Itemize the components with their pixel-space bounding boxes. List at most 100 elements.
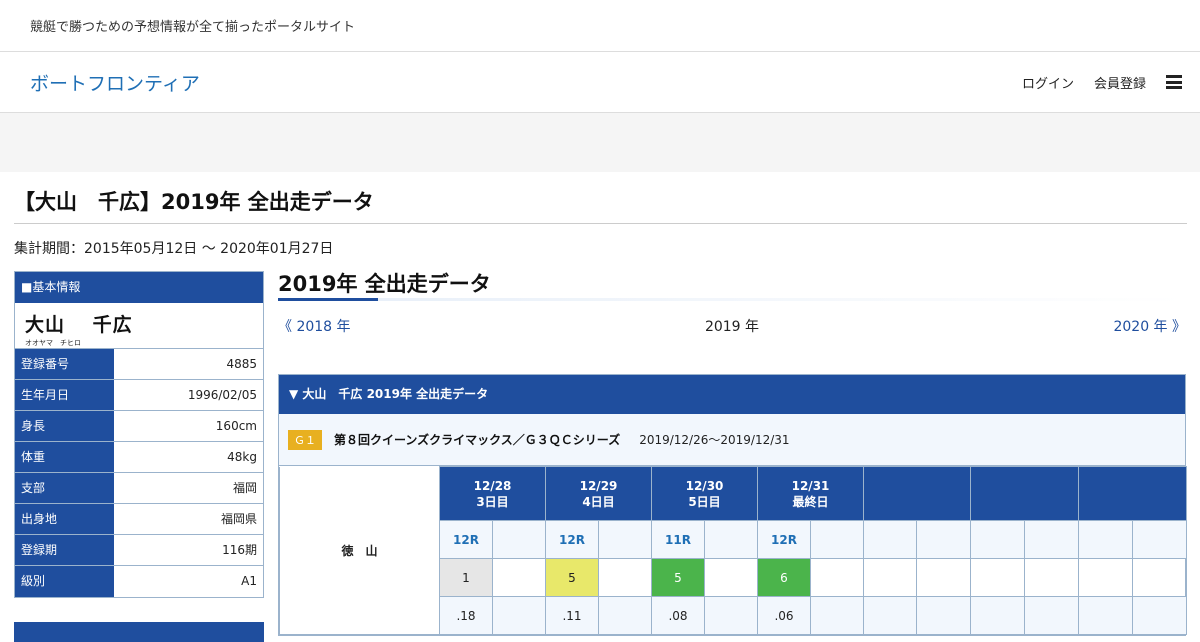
info-key: 体重	[15, 442, 114, 472]
table-cell	[1024, 558, 1079, 597]
table-cell	[916, 596, 971, 635]
info-value: 1996/02/05	[187, 388, 257, 402]
finish-position: 6	[757, 558, 811, 597]
race-data-head[interactable]: ▼ 大山 千広 2019年 全出走データ	[279, 375, 1185, 414]
finish-position: 1	[439, 558, 493, 597]
section-underline	[278, 298, 1186, 301]
table-cell	[598, 558, 652, 597]
info-row: 支部 福岡	[15, 473, 263, 504]
finish-position: 5	[651, 558, 705, 597]
hamburger-icon[interactable]	[1166, 75, 1182, 89]
basic-info-table: ■基本情報 大山 千広 オオヤマ チヒロ 登録番号 4885 生年月日 1996/0…	[14, 271, 264, 598]
table-cell	[1132, 596, 1187, 635]
table-cell	[492, 520, 546, 559]
table-cell	[704, 558, 758, 597]
table-cell	[810, 558, 864, 597]
tagline: 競艇で勝つための予想情報が全て揃ったポータルサイト	[30, 20, 356, 35]
info-row: 体重 48kg	[15, 442, 263, 473]
period-text: 集計期間：2015年05月12日 ～ 2020年01月27日	[14, 241, 334, 257]
table-cell	[970, 596, 1025, 635]
table-cell	[863, 520, 917, 559]
table-cell	[916, 520, 971, 559]
info-value: 4885	[226, 357, 257, 371]
day-header: 12/30 5日目	[651, 466, 758, 521]
series-row: Ｇ１ 第８回クイーンズクライマックス／Ｇ３ＱＣシリーズ 2019/12/26～2…	[279, 414, 1185, 466]
day-header: 12/29 4日目	[545, 466, 652, 521]
table-cell	[492, 558, 546, 597]
table-cell	[1078, 558, 1133, 597]
info-value: 48kg	[227, 450, 257, 464]
race-number-link[interactable]: 12R	[757, 520, 811, 559]
series-name[interactable]: 第８回クイーンズクライマックス／Ｇ３ＱＣシリーズ	[334, 431, 620, 448]
table-cell	[1078, 520, 1133, 559]
table-cell	[1024, 520, 1079, 559]
table-cell	[970, 558, 1025, 597]
series-date: 2019/12/26～2019/12/31	[639, 433, 790, 447]
race-number-link[interactable]: 12R	[439, 520, 493, 559]
table-cell	[863, 558, 917, 597]
info-key: 生年月日	[15, 380, 114, 410]
info-key: 級別	[15, 566, 114, 597]
prev-year-link[interactable]: 《 2018 年	[278, 316, 351, 336]
section-underline-accent	[278, 298, 378, 301]
table-cell	[970, 520, 1025, 559]
topbar: 競艇で勝つための予想情報が全て揃ったポータルサイト	[0, 0, 1200, 52]
venue-name: 徳 山	[341, 543, 378, 558]
table-cell	[1132, 520, 1187, 559]
table-cell	[810, 520, 864, 559]
info-value: A1	[241, 574, 257, 588]
page-title: 【大山 千広】2019年 全出走データ	[14, 186, 1187, 224]
racer-kana: オオヤマ チヒロ	[25, 339, 81, 347]
info-row: 登録番号 4885	[15, 349, 263, 380]
finish-position: 5	[545, 558, 599, 597]
race-results-table: 徳 山 12/28 3日目 12/29 4日目 12/30 5日目 12/31 最終日 …	[279, 466, 1187, 635]
day-header: 12/28 3日目	[439, 466, 546, 521]
day-header-empty	[1078, 466, 1187, 521]
table-cell	[810, 596, 864, 635]
table-cell	[492, 596, 546, 635]
info-key: 支部	[15, 473, 114, 503]
table-cell	[863, 596, 917, 635]
racer-name-block: 大山 千広 オオヤマ チヒロ	[15, 303, 263, 349]
next-info-table-head	[14, 622, 264, 642]
start-timing: .06	[757, 596, 811, 635]
info-key: 登録期	[15, 535, 114, 565]
race-number-link[interactable]: 11R	[651, 520, 705, 559]
start-timing: .08	[651, 596, 705, 635]
table-cell	[1078, 596, 1133, 635]
basic-info-head: ■基本情報	[15, 272, 263, 303]
info-row: 生年月日 1996/02/05	[15, 380, 263, 411]
day-header: 12/31 最終日	[757, 466, 864, 521]
info-key: 登録番号	[15, 349, 114, 379]
site-logo[interactable]: ボートフロンティア	[30, 69, 1022, 96]
grade-badge: Ｇ１	[288, 429, 322, 450]
site-header: ボートフロンティア ログイン 会員登録	[0, 52, 1200, 113]
day-header-empty	[970, 466, 1079, 521]
info-value: 160cm	[215, 419, 257, 433]
day-header-empty	[863, 466, 971, 521]
info-row: 登録期 116期	[15, 535, 263, 566]
section-title: 2019年 全出走データ	[278, 272, 491, 296]
register-link[interactable]: 会員登録	[1094, 73, 1146, 92]
info-value: 福岡県	[220, 512, 257, 526]
next-year-link[interactable]: 2020 年 》	[1113, 316, 1186, 336]
header-nav: ログイン 会員登録	[1022, 73, 1182, 92]
info-row: 身長 160cm	[15, 411, 263, 442]
info-value: 福岡	[232, 481, 257, 495]
login-link[interactable]: ログイン	[1022, 73, 1074, 92]
race-number-link[interactable]: 12R	[545, 520, 599, 559]
table-cell	[704, 520, 758, 559]
info-key: 出身地	[15, 504, 114, 534]
table-cell	[598, 596, 652, 635]
race-data-box: ▼ 大山 千広 2019年 全出走データ Ｇ１ 第８回クイーンズクライマックス／…	[278, 374, 1187, 636]
table-cell	[704, 596, 758, 635]
year-nav: 《 2018 年 2019 年 2020 年 》	[278, 316, 1186, 336]
info-key: 身長	[15, 411, 114, 441]
table-cell	[916, 558, 971, 597]
start-timing: .18	[439, 596, 493, 635]
current-year: 2019 年	[704, 319, 760, 335]
table-cell	[1132, 558, 1187, 597]
table-cell	[598, 520, 652, 559]
start-timing: .11	[545, 596, 599, 635]
table-cell	[1024, 596, 1079, 635]
